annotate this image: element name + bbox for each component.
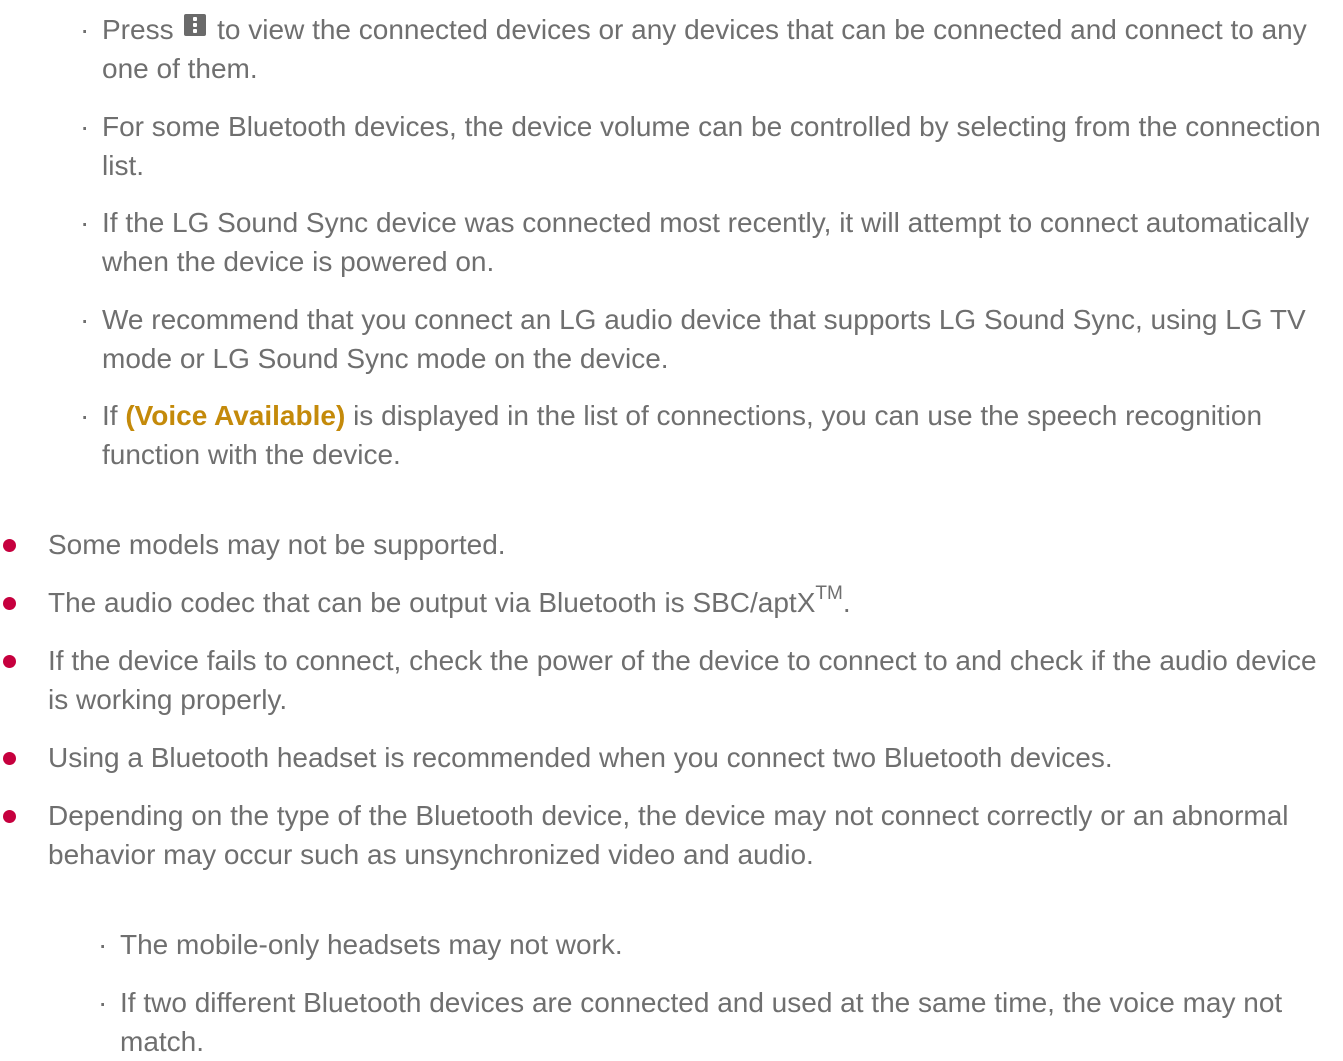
note-bullet-icon [3, 655, 16, 668]
note-text-end: . [842, 587, 851, 618]
sub-item-voice-available: · If (Voice Available) is displayed in t… [80, 396, 1320, 474]
more-menu-icon [184, 14, 207, 36]
note-text: If the device fails to connect, check th… [48, 645, 1317, 715]
sub-item-text: Press [102, 14, 174, 45]
sub-item-text: If [102, 400, 118, 431]
note-fails-to-connect: If the device fails to connect, check th… [3, 641, 1333, 719]
note-bullet-icon [3, 597, 16, 610]
sub-item-mobile-headsets: · The mobile-only headsets may not work. [98, 925, 1328, 964]
note-device-type: Depending on the type of the Bluetooth d… [3, 796, 1343, 874]
note-audio-codec: The audio codec that can be output via B… [3, 583, 1333, 622]
sub-item-text: to view the connected devices or any dev… [102, 14, 1307, 84]
note-bullet-icon [3, 810, 16, 823]
sub-bullet-dot: · [80, 207, 90, 238]
note-text: Depending on the type of the Bluetooth d… [48, 800, 1289, 870]
sub-bullet-dot: · [80, 14, 90, 45]
note-text: Some models may not be supported. [48, 529, 506, 560]
help-page: · Press to view the connected devices or… [0, 0, 1343, 1057]
note-headset-recommended: Using a Bluetooth headset is recommended… [3, 738, 1333, 777]
sub-item-text: We recommend that you connect an LG audi… [102, 304, 1306, 374]
sub-bullet-dot: · [98, 929, 108, 960]
note-text: The audio codec that can be output via B… [48, 587, 816, 618]
sub-bullet-dot: · [80, 400, 90, 431]
sub-bullet-dot: · [80, 111, 90, 142]
sub-item-sound-sync-auto: · If the LG Sound Sync device was connec… [80, 203, 1320, 281]
sub-item-text: If the LG Sound Sync device was connecte… [102, 207, 1310, 277]
voice-available-label: (Voice Available) [125, 400, 346, 431]
sub-item-text: The mobile-only headsets may not work. [120, 929, 623, 960]
note-bullet-icon [3, 539, 16, 552]
sub-bullet-dot: · [80, 304, 90, 335]
trademark-superscript: TM [815, 583, 843, 604]
sub-item-two-devices: · If two different Bluetooth devices are… [98, 983, 1330, 1061]
sub-item-text: If two different Bluetooth devices are c… [120, 987, 1283, 1057]
sub-item-volume: · For some Bluetooth devices, the device… [80, 107, 1342, 185]
sub-item-text: For some Bluetooth devices, the device v… [102, 111, 1321, 181]
sub-item-recommend: · We recommend that you connect an LG au… [80, 300, 1320, 378]
note-bullet-icon [3, 752, 16, 765]
note-models-not-supported: Some models may not be supported. [3, 525, 1333, 564]
sub-bullet-dot: · [98, 987, 108, 1018]
note-text: Using a Bluetooth headset is recommended… [48, 742, 1113, 773]
sub-item-view-devices: · Press to view the connected devices or… [80, 10, 1320, 88]
